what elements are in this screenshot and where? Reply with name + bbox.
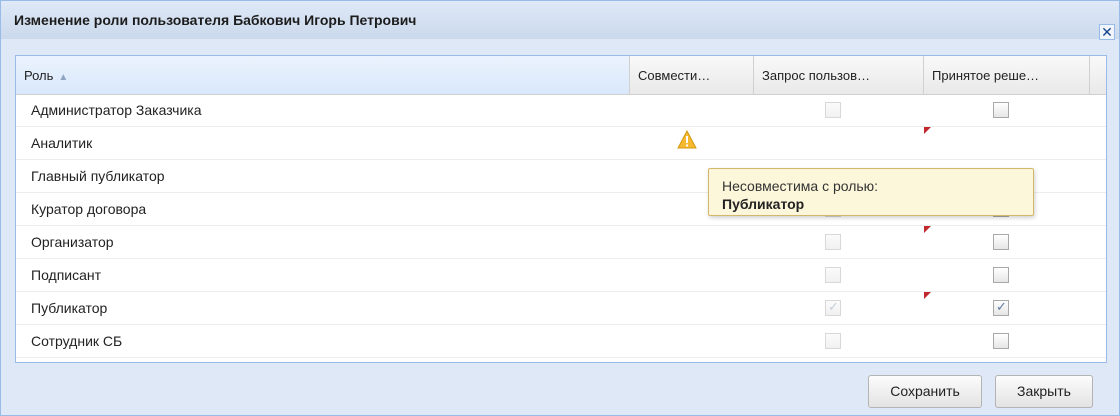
role-name: Подписант [31, 267, 102, 283]
decision-checkbox[interactable] [993, 234, 1009, 250]
table-row[interactable]: Подписант [16, 259, 1106, 292]
decision-checkbox[interactable] [993, 333, 1009, 349]
decision-checkbox[interactable]: ✓ [993, 299, 1009, 316]
request-checkbox [825, 234, 841, 250]
warning-icon[interactable] [677, 130, 697, 149]
role-name: Организатор [31, 234, 114, 250]
close-button[interactable]: Закрыть [995, 375, 1093, 408]
request-checkbox: ✓ [825, 299, 841, 316]
column-header-role[interactable]: Роль ▲ [16, 56, 630, 94]
column-header-compatibility[interactable]: Совмести… [630, 56, 754, 94]
tooltip-role: Публикатор [722, 196, 805, 212]
decision-checkbox[interactable] [993, 267, 1009, 283]
table-row[interactable]: Администратор Заказчика [16, 94, 1106, 127]
column-header-role-label: Роль [24, 68, 54, 83]
role-name: Аналитик [31, 135, 93, 151]
role-name: Главный публикатор [31, 168, 165, 184]
table-row[interactable]: Аналитик [16, 127, 1106, 160]
incompatibility-tooltip: Несовместима с ролью: Публикатор [708, 168, 1034, 216]
column-header-decision[interactable]: Принятое реше… [924, 56, 1090, 94]
column-header-user-request[interactable]: Запрос пользов… [754, 56, 924, 94]
table-row[interactable]: Сотрудник СБ [16, 325, 1106, 358]
role-name: Публикатор [31, 300, 108, 316]
table-row[interactable]: Публикатор ✓ ✓ [16, 292, 1106, 325]
request-checkbox [825, 267, 841, 283]
save-button[interactable]: Сохранить [868, 375, 982, 408]
request-checkbox [825, 333, 841, 349]
dirty-marker [924, 292, 931, 299]
role-name: Куратор договора [31, 201, 147, 217]
change-role-dialog: Изменение роли пользователя Бабкович Иго… [0, 0, 1120, 416]
check-icon: ✓ [828, 299, 839, 314]
close-icon[interactable]: ✕ [1099, 24, 1115, 40]
role-name: Сотрудник СБ [31, 333, 123, 349]
check-icon: ✓ [996, 299, 1007, 314]
role-name: Администратор Заказчика [31, 102, 202, 118]
tooltip-text: Несовместима с ролью: [722, 178, 879, 194]
decision-checkbox[interactable] [993, 102, 1009, 118]
dirty-marker [924, 127, 931, 134]
dirty-marker [924, 226, 931, 233]
dialog-title: Изменение роли пользователя Бабкович Иго… [14, 12, 417, 28]
table-row[interactable]: Организатор [16, 226, 1106, 259]
grid-header: Роль ▲ Совмести… Запрос пользов… Принятое… [16, 56, 1106, 95]
dialog-titlebar: Изменение роли пользователя Бабкович Иго… [1, 1, 1119, 40]
request-checkbox [825, 102, 841, 118]
sort-asc-icon: ▲ [58, 72, 69, 83]
